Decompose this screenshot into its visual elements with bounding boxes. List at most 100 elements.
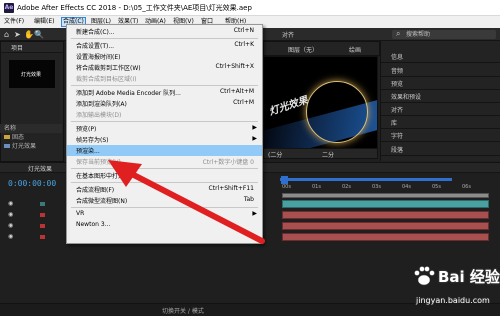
- right-panels: 信息 音频 预览 效果和预设 对齐库字符 段落: [380, 41, 500, 161]
- home-icon[interactable]: ⌂: [4, 30, 9, 39]
- menu-item[interactable]: 设置海报时间(E): [67, 51, 262, 62]
- viewer-overlay-text: 灯光效果: [267, 94, 310, 118]
- menu-item-label: 保存当前预览(V): [76, 159, 121, 166]
- menu-item-label: 裁剪合成到目标区域(I): [76, 76, 137, 83]
- layer-track-bar[interactable]: [282, 193, 489, 198]
- menu-item[interactable]: 预渲染...: [67, 145, 262, 156]
- list-item[interactable]: 灯光效果: [0, 142, 62, 151]
- menu-item-label: Newton 3...: [76, 221, 111, 228]
- search-placeholder: 搜索帮助: [406, 31, 431, 38]
- list-item[interactable]: 固态: [0, 133, 62, 142]
- draft-label[interactable]: 绘画: [349, 45, 361, 54]
- current-timecode[interactable]: 0:00:00:00: [8, 179, 56, 188]
- menu-item-shortcut: Ctrl+N: [233, 27, 254, 34]
- glow-circle-shape: [306, 81, 368, 143]
- tab-layer[interactable]: 图层（无）: [288, 45, 318, 54]
- search-help-input[interactable]: ⌕ 搜索帮助: [392, 29, 496, 39]
- menu-item-label: 合成流程图(F): [76, 187, 115, 194]
- window-title: Adobe After Effects CC 2018 - D:\05_工作文件…: [17, 4, 252, 12]
- menu-item-label: 帧另存为(S): [76, 137, 109, 144]
- menubar-item[interactable]: 编辑(E): [33, 17, 55, 27]
- menu-separator: [71, 168, 258, 169]
- project-thumbnail: 灯光效果: [9, 60, 55, 88]
- menu-item[interactable]: 添加到渲染队列(A) Ctrl+M: [67, 98, 262, 109]
- menu-item-label: 在基本图形中打开: [76, 173, 125, 180]
- menu-item-shortcut: Ctrl+数字小键盘 0: [202, 159, 254, 166]
- toggle-switches-label[interactable]: 切换开关 / 模式: [162, 306, 204, 315]
- menu-item-label: 添加到 Adobe Media Encoder 队列...: [76, 90, 181, 97]
- layer-track-bar[interactable]: [282, 222, 489, 230]
- table-row[interactable]: ◉: [0, 222, 68, 230]
- menu-item-shortcut: Tab: [243, 196, 254, 203]
- zoom-tool-icon[interactable]: 🔍: [34, 30, 44, 39]
- menu-item[interactable]: 预览(P) ▶: [67, 123, 262, 134]
- composition-panel-header: 图层（无） 绘画: [263, 41, 380, 56]
- tab-project[interactable]: 项目: [11, 43, 23, 52]
- menu-item[interactable]: 合成微型流程图(N) Tab: [67, 195, 262, 206]
- submenu-arrow-icon: ▶: [252, 124, 257, 131]
- menu-item[interactable]: Newton 3...: [67, 220, 262, 231]
- zoom-dropdown[interactable]: (二分: [268, 150, 282, 159]
- menu-item: 裁剪合成到目标区域(I): [67, 73, 262, 84]
- menu-item-shortcut: Ctrl+K: [234, 41, 254, 48]
- column-header-name[interactable]: 名称: [0, 124, 62, 133]
- menu-separator: [71, 121, 258, 122]
- thumbnail-label: 灯光效果: [21, 72, 42, 78]
- menu-item-shortcut: Ctrl+Alt+M: [219, 88, 254, 95]
- menu-item[interactable]: 合成设置(T)... Ctrl+K: [67, 40, 262, 51]
- ruler-tick-label: 02s: [342, 184, 351, 190]
- menu-item-shortcut: Ctrl+Shift+F11: [208, 185, 254, 192]
- baidu-jingyan-watermark: Bai 经验 jingyan.baidu.com: [410, 262, 500, 312]
- ruler-tick-label: 03s: [372, 184, 381, 190]
- menu-item[interactable]: 将合成裁剪到工作区(W) Ctrl+Shift+X: [67, 62, 262, 73]
- menu-item-label: 预览(P): [76, 126, 97, 133]
- menu-item-label: 合成设置(T)...: [76, 43, 115, 50]
- table-row[interactable]: ◉: [0, 211, 68, 219]
- viewer-controls: (二分 二分: [263, 148, 378, 159]
- layer-track-bar[interactable]: [282, 233, 489, 241]
- menu-item-label: 将合成裁剪到工作区(W): [76, 65, 141, 72]
- ruler-tick-label: 06s: [462, 184, 471, 190]
- eye-icon[interactable]: ◉: [8, 222, 13, 229]
- snap-label[interactable]: 对齐: [282, 30, 294, 39]
- submenu-arrow-icon: ▶: [252, 210, 257, 217]
- menubar-item[interactable]: 文件(F): [3, 17, 25, 27]
- menu-item[interactable]: 在基本图形中打开: [67, 170, 262, 181]
- ruler-tick-label: 01s: [312, 184, 321, 190]
- menu-item[interactable]: 合成流程图(F) Ctrl+Shift+F11: [67, 184, 262, 195]
- menu-item: 保存当前预览(V) Ctrl+数字小键盘 0: [67, 156, 262, 167]
- menu-item[interactable]: 新建合成(C)... Ctrl+N: [67, 26, 262, 37]
- menu-item-shortcut: Ctrl+M: [233, 99, 254, 106]
- title-bar: Ae Adobe After Effects CC 2018 - D:\05_工…: [0, 0, 500, 16]
- table-row[interactable]: ◉: [0, 233, 68, 241]
- work-area-bar[interactable]: [280, 178, 452, 181]
- eye-icon[interactable]: ◉: [8, 200, 13, 207]
- menu-item-label: 预渲染...: [76, 148, 100, 155]
- composition-icon: [4, 144, 10, 148]
- hand-tool-icon[interactable]: ✋: [24, 30, 34, 39]
- composition-viewer[interactable]: 灯光效果: [263, 56, 378, 156]
- ruler-tick-label: 05s: [432, 184, 441, 190]
- menu-item: 添加输出模块(D): [67, 109, 262, 120]
- menu-item-label: VR: [76, 210, 85, 217]
- menu-item[interactable]: VR ▶: [67, 209, 262, 220]
- menu-item-label: 设置海报时间(E): [76, 54, 121, 61]
- after-effects-logo-icon: Ae: [4, 3, 14, 13]
- layer-track-bar[interactable]: [282, 200, 489, 208]
- menu-item[interactable]: 添加到 Adobe Media Encoder 队列... Ctrl+Alt+M: [67, 87, 262, 98]
- table-row[interactable]: ◉: [0, 200, 68, 208]
- menu-item[interactable]: 帧另存为(S) ▶: [67, 134, 262, 145]
- ruler-tick-label: 00s: [282, 184, 291, 190]
- menu-separator: [71, 38, 258, 39]
- resolution-dropdown[interactable]: 二分: [322, 150, 334, 159]
- composition-menu: 新建合成(C)... Ctrl+N 合成设置(T)... Ctrl+K 设置海报时间(E…: [66, 24, 263, 244]
- eye-icon[interactable]: ◉: [8, 233, 13, 240]
- selection-tool-icon[interactable]: ➤: [14, 30, 21, 39]
- paw-logo-icon: [414, 266, 435, 286]
- tab-timeline-comp[interactable]: 灯光效果: [28, 164, 52, 173]
- project-list: 名称 固态 灯光效果: [0, 124, 62, 151]
- current-time-indicator[interactable]: [281, 176, 288, 184]
- eye-icon[interactable]: ◉: [8, 211, 13, 218]
- layer-track-bar[interactable]: [282, 211, 489, 219]
- menu-separator: [71, 182, 258, 183]
